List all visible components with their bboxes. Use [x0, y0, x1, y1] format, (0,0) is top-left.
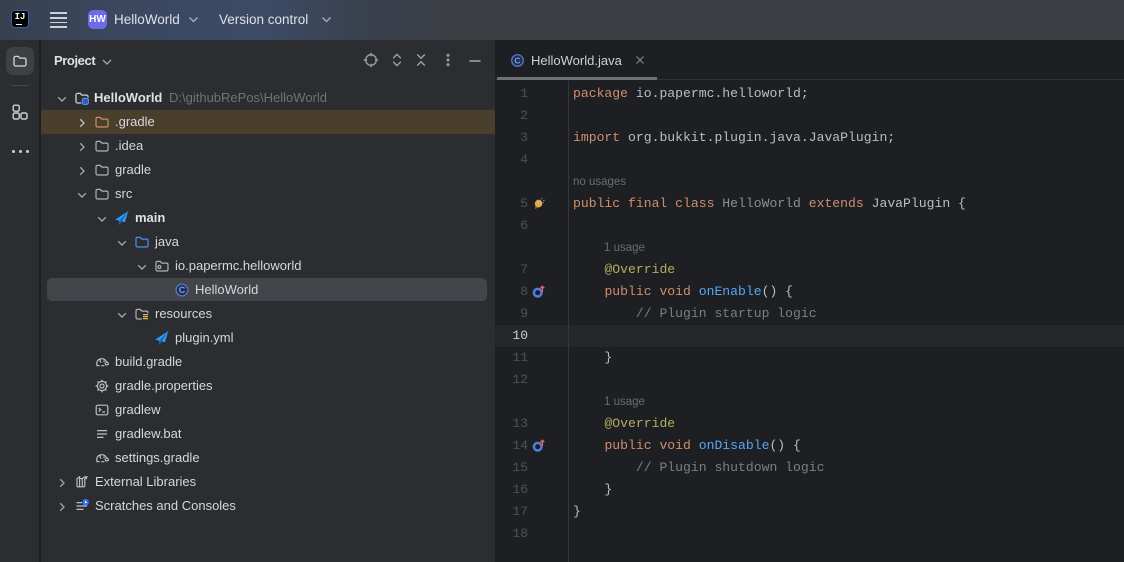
- svg-text:C: C: [514, 56, 520, 66]
- svg-text:C: C: [179, 285, 186, 295]
